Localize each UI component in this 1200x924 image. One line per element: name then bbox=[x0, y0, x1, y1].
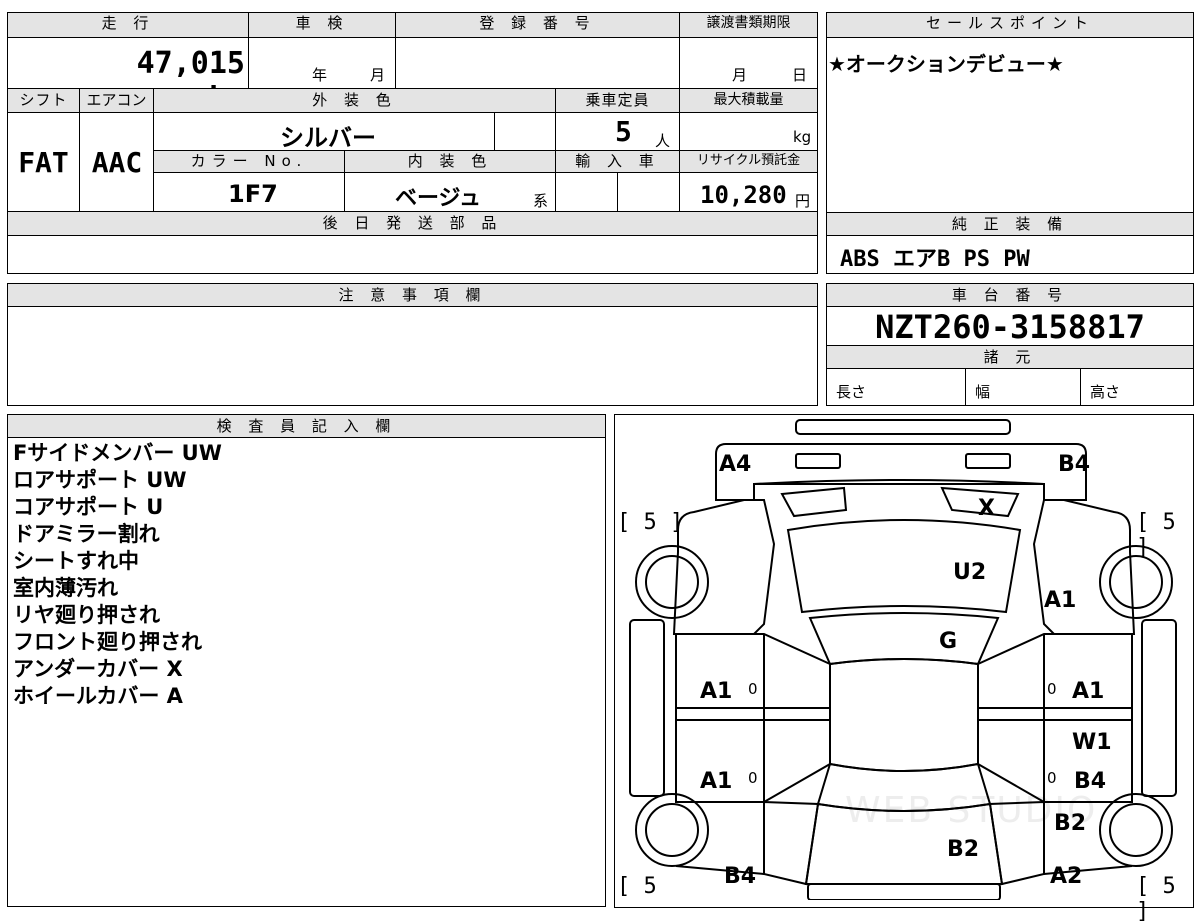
equipment-text: ABS エアB PS PW bbox=[840, 247, 1030, 272]
import-header: 輸 入 車 bbox=[556, 151, 680, 173]
inspector-line: ホイールカバー A bbox=[13, 684, 183, 708]
mark-rear-door-left: A1 bbox=[700, 769, 733, 794]
mark-front-door-right: A1 bbox=[1072, 679, 1105, 704]
inspector-line: ロアサポート UW bbox=[13, 468, 187, 492]
door-zero-rl: 0 bbox=[748, 769, 758, 787]
recycle-unit: 円 bbox=[795, 192, 811, 210]
inspector-line: コアサポート U bbox=[13, 495, 164, 519]
mark-hood: U2 bbox=[953, 560, 987, 585]
inspector-line: シートすれ中 bbox=[13, 549, 139, 573]
inspector-line: アンダーカバー X bbox=[13, 657, 183, 681]
shaken-year-unit: 年 bbox=[312, 66, 328, 84]
inspector-line: フロント廻り押され bbox=[13, 630, 202, 654]
capacity-header: 乗車定員 bbox=[556, 89, 680, 113]
import-cell-1 bbox=[556, 173, 618, 212]
shaken-header: 車 検 bbox=[249, 12, 396, 38]
transfer-day-unit: 日 bbox=[792, 66, 808, 84]
interior-color-header: 内 装 色 bbox=[345, 151, 556, 173]
tire-tread-rear-left: [ 5 bbox=[617, 874, 657, 899]
recycle-header: リサイクル預託金 bbox=[680, 151, 818, 173]
interior-color-value: ベージュ bbox=[395, 186, 482, 211]
inspector-line: Fサイドメンバー UW bbox=[13, 441, 222, 465]
mark-sill-right: W1 bbox=[1072, 730, 1112, 755]
ac-value: AAC bbox=[91, 146, 143, 179]
sales-point-text: ★オークションデビュー★ bbox=[828, 52, 1064, 76]
chassis-header: 車 台 番 号 bbox=[826, 283, 1194, 307]
mark-front-door-left: A1 bbox=[700, 679, 733, 704]
recycle-value: 10,280 bbox=[700, 181, 787, 209]
shift-value: FAT bbox=[18, 146, 69, 179]
exterior-color-value: シルバー bbox=[280, 124, 376, 152]
spec-height-label: 高さ bbox=[1090, 383, 1121, 401]
mark-front-right: B4 bbox=[1058, 452, 1091, 477]
inspector-line: ドアミラー割れ bbox=[13, 522, 160, 546]
mark-windshield-corner: X bbox=[978, 496, 995, 521]
transfer-month-unit: 月 bbox=[732, 66, 748, 84]
max-load-header: 最大積載量 bbox=[680, 89, 818, 113]
inspector-lines: Fサイドメンバー UW ロアサポート UW コアサポート U ドアミラー割れ シ… bbox=[13, 440, 222, 710]
mark-front-left: A4 bbox=[719, 452, 752, 477]
max-load-unit: kg bbox=[793, 128, 812, 146]
shaken-month-unit: 月 bbox=[370, 66, 386, 84]
capacity-value: 5 bbox=[615, 115, 632, 148]
spec-width-label: 幅 bbox=[975, 383, 991, 401]
exterior-color-header: 外 装 色 bbox=[154, 89, 556, 113]
tire-tread-front-right: [ 5 ] bbox=[1136, 510, 1176, 560]
shift-header: シフト bbox=[7, 89, 80, 113]
transfer-deadline-header: 譲渡書類期限 bbox=[680, 12, 818, 38]
color-no-value: 1F7 bbox=[228, 180, 278, 208]
notes-header: 注 意 事 項 欄 bbox=[7, 283, 818, 307]
ac-header: エアコン bbox=[80, 89, 154, 113]
mark-front-fender-right: A1 bbox=[1044, 588, 1077, 613]
spec-header: 諸 元 bbox=[826, 345, 1194, 369]
inspector-line: リヤ廻り押され bbox=[13, 603, 160, 627]
spec-length-label: 長さ bbox=[836, 383, 867, 401]
chassis-number: NZT260-3158817 bbox=[875, 308, 1145, 346]
exterior-color-extra-cell bbox=[495, 113, 556, 151]
later-parts-header: 後 日 発 送 部 品 bbox=[7, 212, 818, 236]
registration-cell bbox=[396, 38, 680, 89]
mileage-header: 走 行 bbox=[7, 12, 249, 38]
mark-cowl: G bbox=[939, 629, 958, 654]
watermark: WEB STUDIO bbox=[845, 790, 1098, 831]
notes-cell bbox=[7, 306, 818, 406]
equipment-header: 純 正 装 備 bbox=[826, 212, 1194, 236]
interior-color-suffix: 系 bbox=[533, 192, 549, 210]
mark-rear-left: B4 bbox=[724, 864, 757, 889]
mark-trunk: B2 bbox=[947, 837, 980, 862]
sales-point-header: セールスポイント bbox=[826, 12, 1194, 38]
door-zero-fl: 0 bbox=[748, 680, 758, 698]
color-no-header: カラー No. bbox=[154, 151, 345, 173]
inspector-line: 室内薄汚れ bbox=[13, 576, 118, 600]
door-zero-rr: 0 bbox=[1047, 769, 1057, 787]
mark-rear-right: A2 bbox=[1050, 864, 1083, 889]
capacity-unit: 人 bbox=[655, 132, 671, 150]
tire-tread-front-left: [ 5 ] bbox=[617, 510, 684, 535]
inspector-header: 検 査 員 記 入 欄 bbox=[7, 414, 606, 438]
door-zero-fr: 0 bbox=[1047, 680, 1057, 698]
tire-tread-rear-right: [ 5 ] bbox=[1136, 874, 1176, 924]
later-parts-cell bbox=[7, 236, 818, 274]
registration-header: 登 録 番 号 bbox=[396, 12, 680, 38]
import-cell-2 bbox=[618, 173, 680, 212]
